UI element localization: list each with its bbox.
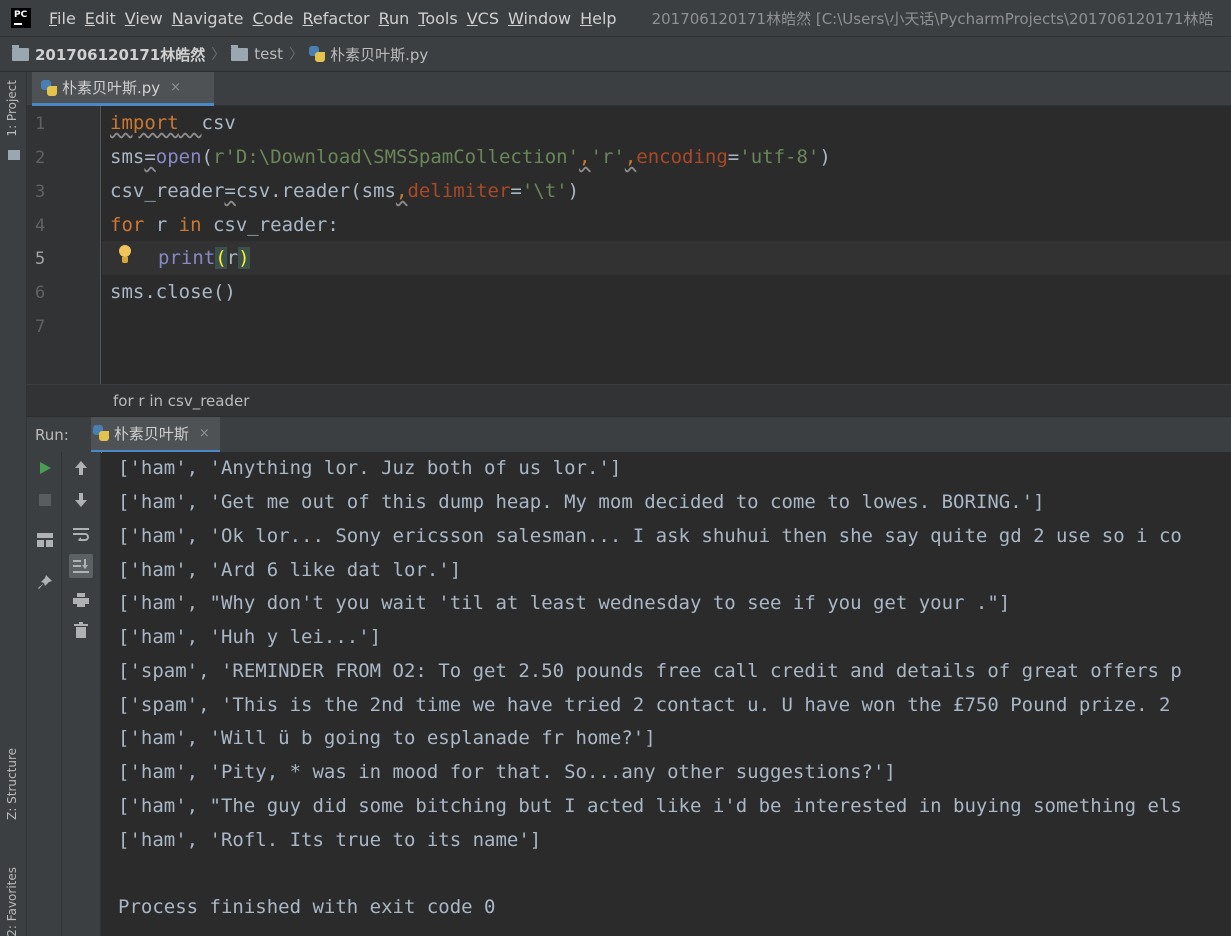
line-number-active: 5: [35, 249, 46, 269]
folder-icon: [231, 44, 249, 61]
window-title: 201706120171林皓然 [C:\Users\小天话\PycharmPro…: [651, 9, 1214, 28]
arrow-up-icon[interactable]: [69, 456, 93, 480]
console-line: ['ham', 'Anything lor. Juz both of us lo…: [118, 457, 622, 479]
nav-separator: 〉: [289, 47, 304, 63]
run-console-output[interactable]: ['ham', 'Anything lor. Juz both of us lo…: [102, 452, 1231, 936]
run-toolbar-primary: [27, 452, 62, 936]
folder-icon: [12, 44, 29, 61]
console-line: ['ham', 'Ok lor... Sony ericsson salesma…: [118, 525, 1182, 547]
console-line: ['spam', 'This is the 2nd time we have t…: [118, 694, 1182, 716]
project-tool-button[interactable]: 1: Project: [5, 80, 19, 137]
close-tab-icon[interactable]: ×: [170, 80, 181, 95]
line-number: 2: [35, 148, 46, 168]
python-file-icon: [41, 79, 57, 96]
console-line: ['ham', "The guy did some bitching but I…: [118, 795, 1182, 817]
left-tool-strip: 1: Project Z: Structure 2: Favorites: [0, 72, 27, 936]
print-icon[interactable]: [69, 588, 93, 612]
rerun-icon[interactable]: [33, 456, 57, 480]
console-line: ['ham', 'Huh y lei...']: [118, 626, 382, 648]
lightbulb-icon[interactable]: [118, 245, 132, 267]
run-panel-header: Run: 朴素贝叶斯 ×: [27, 416, 1231, 453]
nav-folder-test[interactable]: test: [254, 45, 283, 63]
run-tab[interactable]: 朴素贝叶斯 ×: [90, 416, 220, 453]
pycharm-logo-icon: PC: [11, 8, 31, 28]
favorites-tool-button[interactable]: 2: Favorites: [5, 867, 19, 936]
console-line: ['ham', 'Pity, * was in mood for that. S…: [118, 761, 896, 783]
menu-run[interactable]: Run: [379, 9, 410, 28]
editor-tab[interactable]: 朴素贝叶斯.py ×: [32, 72, 214, 106]
restore-layout-icon[interactable]: [33, 528, 57, 552]
menu-code[interactable]: Code: [253, 9, 294, 28]
project-folder-icon: [8, 150, 20, 160]
stop-icon[interactable]: [33, 488, 57, 512]
pin-icon[interactable]: [33, 570, 57, 594]
editor-tab-bar: 朴素贝叶斯.py ×: [27, 72, 1231, 106]
line-number: 7: [35, 317, 46, 337]
python-run-icon: [92, 425, 109, 441]
current-line-highlight: [102, 241, 1231, 275]
menu-refactor[interactable]: Refactor: [302, 9, 369, 28]
console-line: ['ham', "Why don't you wait 'til at leas…: [118, 592, 1011, 614]
code-breadcrumb: for r in csv_reader: [27, 384, 1231, 416]
breadcrumb-item[interactable]: for r in csv_reader: [113, 392, 249, 410]
code-line-2: sms=open(r'D:\Download\SMSSpamCollection…: [110, 146, 831, 168]
process-finished-message: Process finished with exit code 0: [118, 896, 496, 918]
run-label: Run:: [35, 425, 69, 444]
python-file-icon: [309, 46, 326, 62]
line-number: 1: [35, 114, 46, 134]
menu-edit[interactable]: Edit: [85, 9, 116, 28]
navigation-bar: 201706120171林皓然 〉 test 〉 朴素贝叶斯.py: [0, 36, 1231, 72]
arrow-down-icon[interactable]: [69, 488, 93, 512]
menu-window[interactable]: Window: [508, 9, 571, 28]
code-line-4: for r in csv_reader:: [110, 214, 339, 236]
run-toolbar-secondary: [62, 452, 101, 936]
code-line-6: sms.close(): [110, 281, 236, 303]
console-line: ['ham', 'Ard 6 like dat lor.']: [118, 559, 462, 581]
code-line-1: import csv: [110, 112, 236, 134]
line-number: 4: [35, 216, 46, 236]
menu-help[interactable]: Help: [580, 9, 616, 28]
menu-vcs[interactable]: VCS: [467, 9, 499, 28]
line-number: 3: [35, 182, 46, 202]
structure-tool-button[interactable]: Z: Structure: [5, 748, 19, 820]
console-line: ['spam', 'REMINDER FROM O2: To get 2.50 …: [118, 660, 1182, 682]
code-line-5: print(r): [158, 247, 250, 269]
menu-view[interactable]: View: [125, 9, 163, 28]
menu-file[interactable]: File: [49, 9, 76, 28]
line-number: 6: [35, 283, 46, 303]
run-tab-label: 朴素贝叶斯: [113, 424, 189, 443]
editor-tab-label: 朴素贝叶斯.py: [62, 79, 161, 97]
console-line: ['ham', 'Rofl. Its true to its name']: [118, 829, 542, 851]
nav-file[interactable]: 朴素贝叶斯.py: [330, 44, 428, 65]
nav-separator: 〉: [211, 47, 226, 63]
soft-wrap-icon[interactable]: [69, 522, 93, 546]
console-line: ['ham', 'Get me out of this dump heap. M…: [118, 491, 1045, 513]
code-line-3: csv_reader=csv.reader(sms,delimiter='\t'…: [110, 180, 580, 202]
close-run-tab-icon[interactable]: ×: [199, 426, 210, 441]
console-line: ['ham', 'Will ü b going to esplanade fr …: [118, 727, 656, 749]
code-editor[interactable]: import csv sms=open(r'D:\Download\SMSSpa…: [102, 106, 1231, 384]
nav-project[interactable]: 201706120171林皓然: [35, 44, 205, 65]
trash-icon[interactable]: [69, 618, 93, 642]
menu-tools[interactable]: Tools: [418, 9, 457, 28]
editor-gutter: 1 2 3 4 5 6 7: [27, 106, 101, 384]
scroll-to-end-icon[interactable]: [69, 554, 93, 578]
menu-bar: PC File Edit View Navigate Code Refactor…: [0, 0, 1231, 36]
menu-navigate[interactable]: Navigate: [172, 9, 244, 28]
